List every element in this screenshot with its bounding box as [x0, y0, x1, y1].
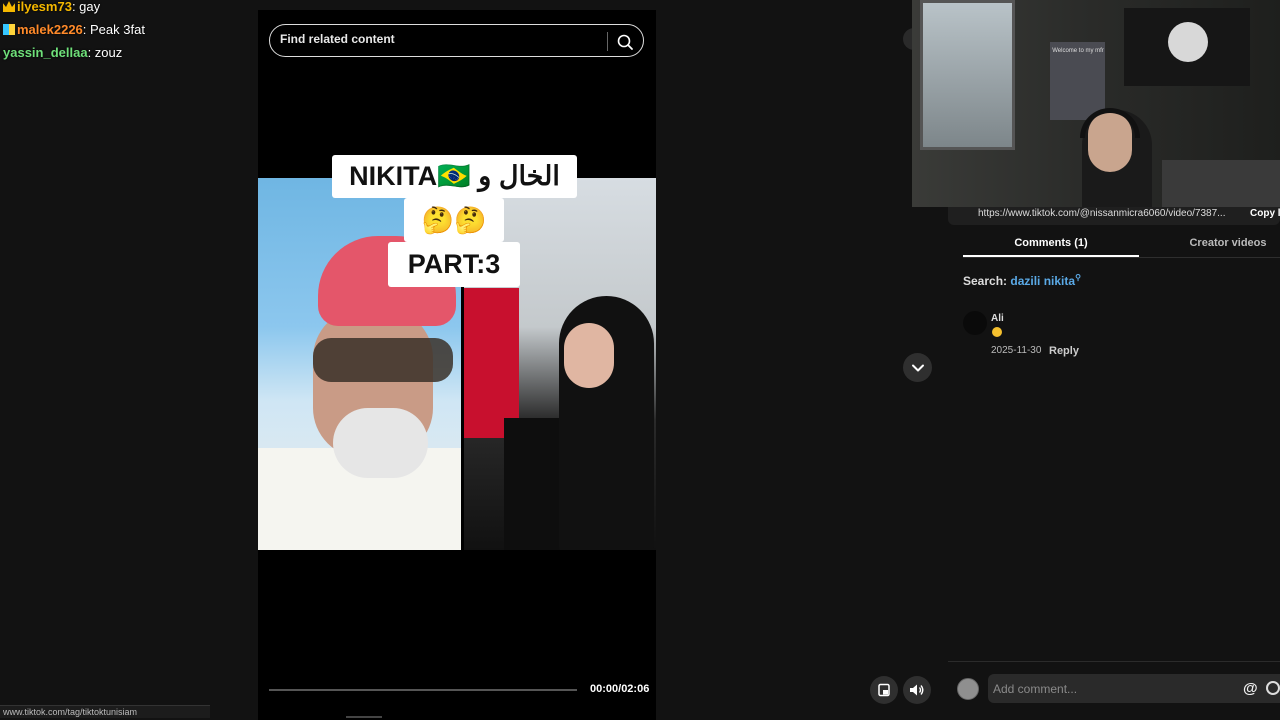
video-url: https://www.tiktok.com/@nissanmicra6060/…	[978, 208, 1226, 219]
footer-divider	[948, 661, 1280, 662]
tab-divider	[963, 257, 1280, 258]
chat-username: ilyesm73	[17, 0, 72, 14]
comment-date: 2025-11-30	[991, 345, 1042, 356]
chat-message: yassin_dellaa: zouz	[3, 45, 123, 60]
chevron-down-icon[interactable]	[903, 353, 932, 382]
search-term-link[interactable]: dazili nikita	[1010, 274, 1075, 288]
chat-overlay: ilyesm73: gay malek2226: Peak 3fat yassi…	[0, 0, 258, 720]
avatar	[957, 678, 979, 700]
video-progress-bar[interactable]	[269, 689, 577, 691]
screen: ilyesm73: gay malek2226: Peak 3fat yassi…	[0, 0, 1280, 720]
search-divider	[607, 32, 608, 51]
chat-message: malek2226: Peak 3fat	[3, 22, 145, 37]
status-bar-url: www.tiktok.com/tag/tiktoktunisiam	[0, 705, 210, 718]
comment-username[interactable]: Ali	[991, 313, 1004, 324]
avatar[interactable]	[963, 311, 987, 335]
webcam-overlay: Welcome to my mfr	[912, 0, 1280, 207]
video-url-row: https://www.tiktok.com/@nissanmicra6060/…	[948, 207, 1280, 225]
video-caption-line2: 🤔🤔	[404, 198, 504, 242]
comments-panel: https://www.tiktok.com/@nissanmicra6060/…	[948, 207, 1280, 720]
crown-icon	[3, 1, 15, 12]
mention-button[interactable]: @	[1243, 680, 1258, 697]
webcam-poster-text: Welcome to my mfr	[1052, 48, 1104, 54]
reply-button[interactable]: Reply	[1049, 345, 1079, 357]
search-icon[interactable]	[614, 31, 636, 53]
emoji-icon[interactable]	[1266, 681, 1280, 695]
related-search-bar	[269, 24, 644, 57]
chat-message: ilyesm73: gay	[3, 0, 100, 14]
chat-username: malek2226	[17, 22, 83, 37]
video-player[interactable]: NIKITA🇧🇷 الخال و 🤔🤔 PART:3 00:00/02:06	[258, 10, 656, 720]
search-suggestion[interactable]: Search: dazili nikita⚲	[963, 273, 1081, 288]
badge-icon	[3, 24, 15, 35]
grinning-emoji-icon	[992, 327, 1002, 337]
tab-comments[interactable]: Comments (1)	[963, 237, 1139, 249]
volume-icon[interactable]	[903, 676, 931, 704]
video-caption-line1: NIKITA🇧🇷 الخال و	[332, 155, 577, 198]
search-icon: ⚲	[1075, 273, 1081, 282]
search-prefix: Search:	[963, 274, 1008, 288]
chat-text: Peak 3fat	[90, 22, 145, 37]
active-tab-indicator	[963, 255, 1139, 257]
related-search-input[interactable]	[280, 32, 600, 46]
chat-username: yassin_dellaa	[3, 45, 88, 60]
scroll-indicator	[346, 716, 382, 718]
chat-text: zouz	[94, 45, 123, 60]
tab-creator-videos[interactable]: Creator videos	[1148, 237, 1280, 249]
copy-link-button[interactable]: Copy l	[1250, 208, 1280, 219]
add-comment-input[interactable]	[988, 674, 1280, 703]
chat-text: gay	[79, 0, 101, 14]
video-time: 00:00/02:06	[590, 683, 650, 695]
video-caption-line3: PART:3	[388, 242, 520, 287]
picture-in-picture-icon[interactable]	[870, 676, 898, 704]
